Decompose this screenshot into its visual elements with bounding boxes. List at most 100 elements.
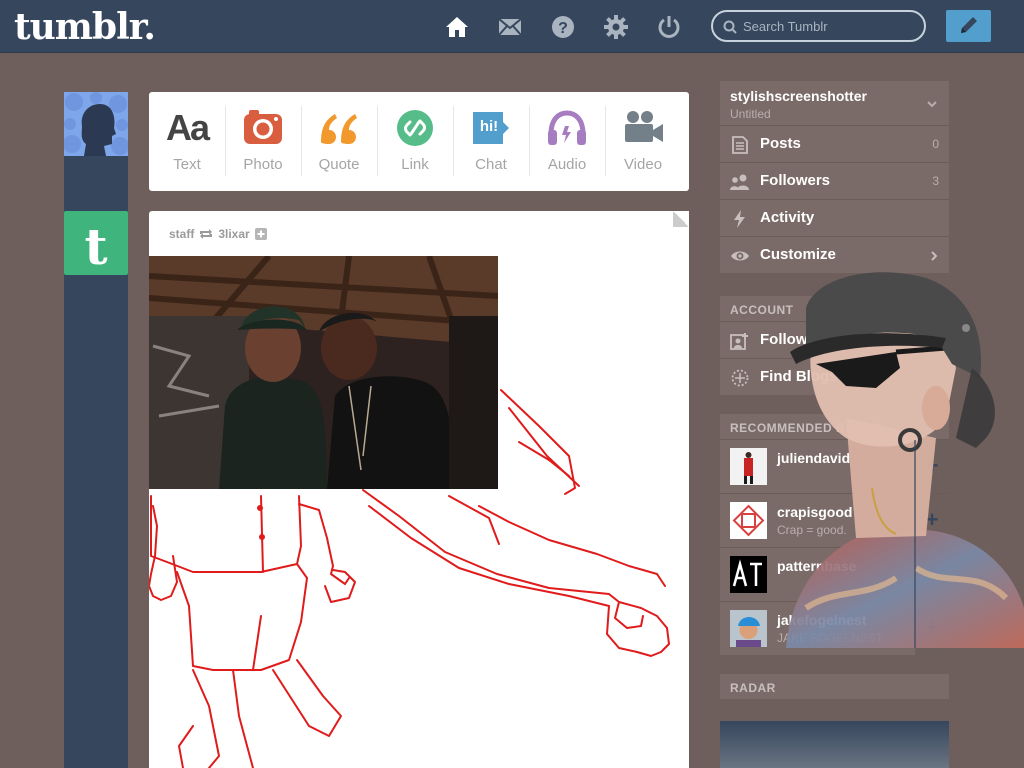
radar-post-preview[interactable]	[720, 721, 949, 768]
sidebar-item-label: Followers	[760, 172, 831, 189]
sidebar-item-customize[interactable]: Customize	[720, 236, 949, 273]
following-add-icon	[730, 333, 748, 350]
chat-glyph: hi!	[479, 118, 499, 135]
post-type-label: Quote	[318, 156, 360, 173]
staff-avatar[interactable]: t	[64, 211, 128, 276]
user-avatar[interactable]	[64, 92, 128, 156]
post-type-label: Text	[173, 156, 201, 173]
post-type-link[interactable]: Link	[377, 92, 453, 191]
dashboard-left-column	[64, 92, 128, 768]
post-type-label: Audio	[547, 156, 587, 173]
follow-plus-icon[interactable]	[254, 228, 267, 240]
blog-name: crapisgood	[777, 504, 853, 520]
sidebar-item-followers[interactable]: Followers 3	[720, 162, 949, 199]
text-post-icon: Aa	[165, 107, 210, 148]
posts-document-icon	[732, 136, 748, 154]
photo-two-men-image	[149, 256, 498, 489]
customize-eye-icon	[731, 251, 749, 261]
post-photo[interactable]	[149, 256, 498, 489]
quote-marks-icon	[321, 114, 357, 144]
blog-thumbnail	[730, 610, 767, 647]
camera-icon	[244, 110, 282, 144]
post-type-audio[interactable]: Audio	[529, 92, 605, 191]
mail-icon[interactable]	[497, 14, 523, 40]
patternbase-avatar-image	[730, 556, 767, 593]
post-type-video[interactable]: Video	[605, 92, 681, 191]
sidebar-item-following[interactable]: Following 2 blogs	[720, 321, 949, 358]
recommended-blog-row[interactable]: crapisgood Crap = good. +	[720, 493, 949, 548]
post-type-quote[interactable]: Quote	[301, 92, 377, 191]
chevron-right-icon	[931, 251, 937, 261]
pencil-icon	[961, 17, 977, 33]
silhouette-avatar-icon	[64, 92, 128, 156]
blog-name: juliendavid	[777, 450, 851, 466]
blog-switcher[interactable]: stylishscreenshotter Untitled	[720, 81, 949, 125]
blog-thumbnail	[730, 556, 767, 593]
tumblr-logo[interactable]: tumblr.	[14, 6, 156, 48]
compose-post-button[interactable]	[946, 10, 991, 42]
tumblr-t-logo-icon: t	[84, 217, 107, 276]
search-icon	[723, 20, 737, 34]
search-input[interactable]	[743, 17, 918, 35]
sidebar-item-label: Customize	[760, 246, 836, 263]
post-type-text[interactable]: Aa Text	[149, 92, 225, 191]
sidebar-radar-section: RADAR	[720, 674, 949, 699]
blog-tagline: JAKE FOGELNEST	[777, 631, 884, 645]
recommended-blog-row[interactable]: jakefogelnest JAKE FOGELNEST +	[720, 601, 949, 656]
followers-count: 3	[932, 174, 939, 188]
search-box	[711, 10, 926, 42]
sidebar-item-posts[interactable]: Posts 0	[720, 125, 949, 162]
recommended-section-title: RECOMMENDED BLOGS	[720, 414, 949, 439]
post-corner-fold	[673, 211, 689, 227]
help-icon[interactable]: ?	[550, 14, 576, 40]
blog-name: stylishscreenshotter	[730, 88, 867, 104]
sidebar-item-find-blogs[interactable]: Find Blogs	[720, 358, 949, 395]
home-icon[interactable]	[444, 14, 470, 40]
follow-plus-button[interactable]: +	[915, 548, 949, 602]
post-type-chat[interactable]: hi! Chat	[453, 92, 529, 191]
svg-text:t: t	[84, 217, 107, 275]
link-chain-icon	[397, 110, 433, 146]
svg-text:?: ?	[558, 20, 568, 37]
chevron-down-icon	[927, 101, 937, 108]
blog-subtitle: Untitled	[730, 107, 771, 121]
follow-plus-button[interactable]: +	[915, 494, 949, 548]
sidebar-recommended-blogs: RECOMMENDED BLOGS juliendavid + crapisgo…	[720, 414, 949, 656]
logout-power-icon[interactable]	[656, 14, 682, 40]
post-type-label: Video	[623, 156, 663, 173]
crapisgood-avatar-image	[730, 502, 767, 539]
post-type-label: Chat	[475, 156, 507, 173]
activity-lightning-icon	[734, 210, 745, 228]
post-type-label: Link	[401, 156, 429, 173]
juliendavid-avatar-image	[730, 448, 767, 485]
sidebar-item-label: Find Blogs	[760, 368, 838, 385]
blog-tagline: Crap = good.	[777, 523, 847, 537]
recommended-blog-row[interactable]: juliendavid +	[720, 439, 949, 494]
blog-thumbnail	[730, 502, 767, 539]
dashboard-post: staff 3lixar	[149, 211, 689, 768]
sidebar-item-label: Posts	[760, 135, 801, 152]
blog-name: patternbase	[777, 558, 857, 574]
find-blogs-compass-icon	[731, 369, 749, 387]
recommended-blog-row[interactable]: patternbase +	[720, 547, 949, 602]
radar-section-title: RADAR	[720, 674, 949, 699]
post-header: staff 3lixar	[169, 227, 267, 241]
account-section-title: ACCOUNT	[720, 296, 949, 321]
settings-gear-icon[interactable]	[603, 14, 629, 40]
sidebar-item-activity[interactable]: Activity	[720, 199, 949, 236]
follow-plus-button[interactable]: +	[915, 602, 949, 656]
post-type-label: Photo	[243, 156, 283, 173]
posts-count: 0	[932, 137, 939, 151]
headphones-icon	[548, 110, 586, 145]
blog-thumbnail	[730, 448, 767, 485]
follow-plus-button[interactable]: +	[915, 440, 949, 494]
post-type-photo[interactable]: Photo	[225, 92, 301, 191]
sidebar-item-label: Following 2 blogs	[760, 331, 887, 348]
reblog-icon	[200, 229, 213, 239]
sidebar-blog-menu: stylishscreenshotter Untitled Posts 0 Fo…	[720, 81, 949, 273]
sidebar-item-label: Activity	[760, 209, 815, 226]
reblogged-from-link[interactable]: 3lixar	[218, 227, 249, 241]
post-type-bar: Aa Text Photo Quote Link hi! Chat Audio …	[149, 92, 689, 191]
top-bar: tumblr. ?	[0, 0, 1024, 53]
post-author-link[interactable]: staff	[169, 227, 194, 241]
